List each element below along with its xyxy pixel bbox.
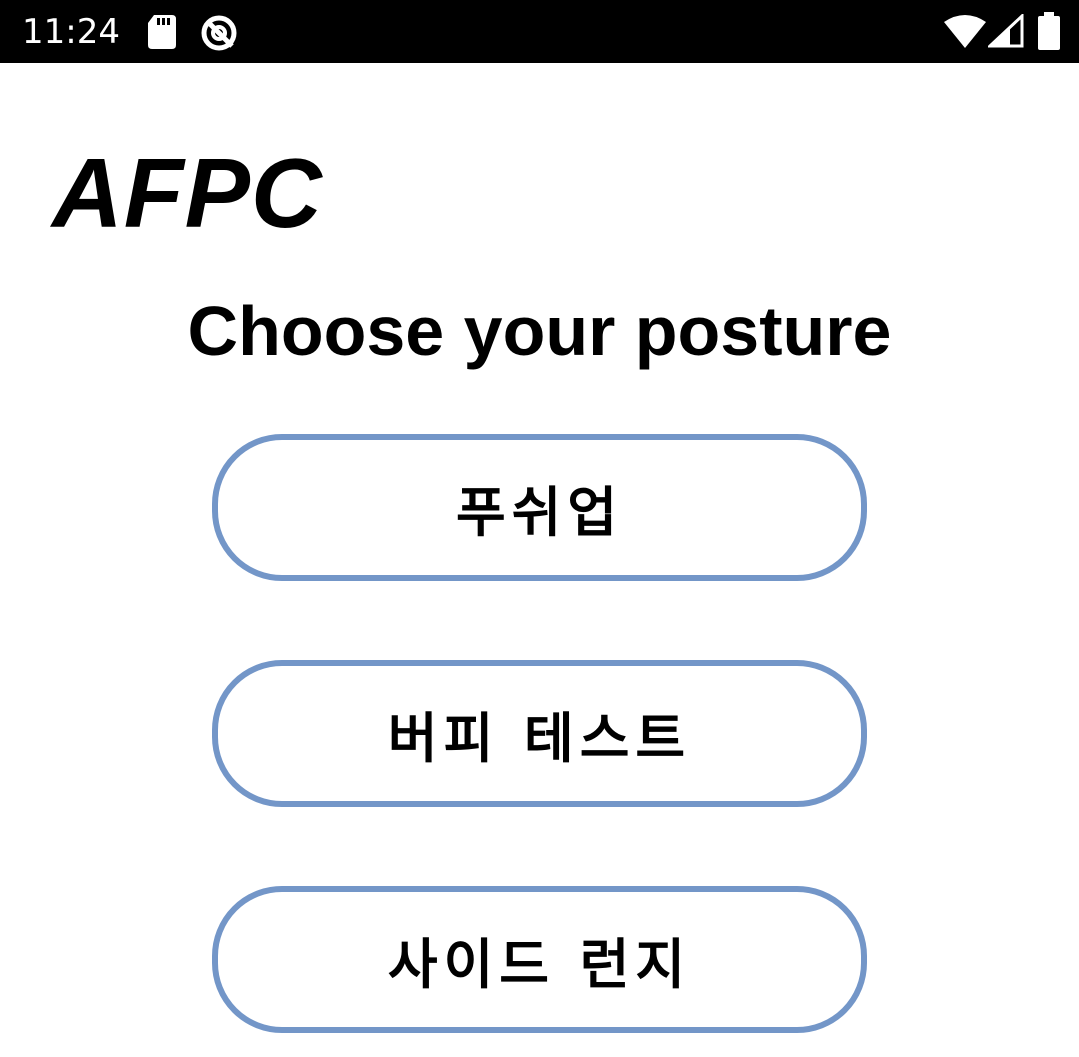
signal-icon	[988, 14, 1024, 48]
sd-card-icon	[148, 15, 176, 49]
vpn-icon	[201, 15, 237, 51]
app-title: AFPC	[52, 138, 323, 248]
pushup-button-label: 푸쉬업	[455, 481, 624, 544]
side-lunge-button[interactable]: 사이드 런지	[212, 886, 867, 1033]
page-heading: Choose your posture	[187, 292, 892, 370]
status-time: 11:24	[22, 12, 120, 52]
burpee-test-button-label: 버피 테스트	[387, 707, 692, 770]
wifi-icon	[944, 15, 986, 48]
battery-icon	[1038, 12, 1060, 50]
burpee-test-button[interactable]: 버피 테스트	[212, 660, 867, 807]
status-bar: 11:24	[0, 0, 1079, 63]
side-lunge-button-label: 사이드 런지	[387, 933, 692, 996]
pushup-button[interactable]: 푸쉬업	[212, 434, 867, 581]
